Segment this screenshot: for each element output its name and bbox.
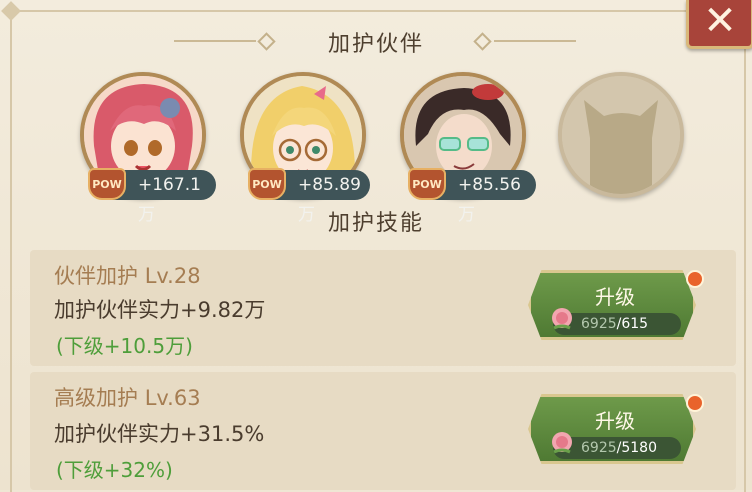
skill-card-1: 伙伴加护 Lv.28 加护伙伴实力+9.82万 (下级+10.5万) 升级 69… [30,250,736,366]
dialog-panel: 加护伙伴 ✕ +167.1万 POW +85.89万 POW +85.56万 P… [0,0,752,492]
notification-dot [686,394,704,412]
companion-empty-slot[interactable] [558,72,684,198]
notification-dot [686,270,704,288]
close-icon: ✕ [703,0,737,44]
skill-next-level-2: (下级+32%) [56,458,173,482]
empty-cat-silhouette-icon [562,76,680,194]
rose-icon [552,432,572,454]
skill-name-2: 高级加护 Lv.63 [54,386,201,410]
close-button[interactable]: ✕ [686,0,752,49]
skill-next-level-1: (下级+10.5万) [56,334,193,358]
skill-name-1: 伙伴加护 Lv.28 [54,264,201,288]
skill-effect-1: 加护伙伴实力+9.82万 [54,298,266,322]
skill-card-2: 高级加护 Lv.63 加护伙伴实力+31.5% (下级+32%) 升级 6925… [30,372,736,490]
companions-title: 加护伙伴 [327,32,424,57]
rose-icon [552,308,572,330]
skill-effect-2: 加护伙伴实力+31.5% [54,422,265,446]
pow-icon: POW [88,168,126,200]
pow-icon: POW [408,168,446,200]
skills-title: 加护技能 [327,211,424,236]
pow-icon: POW [248,168,286,200]
